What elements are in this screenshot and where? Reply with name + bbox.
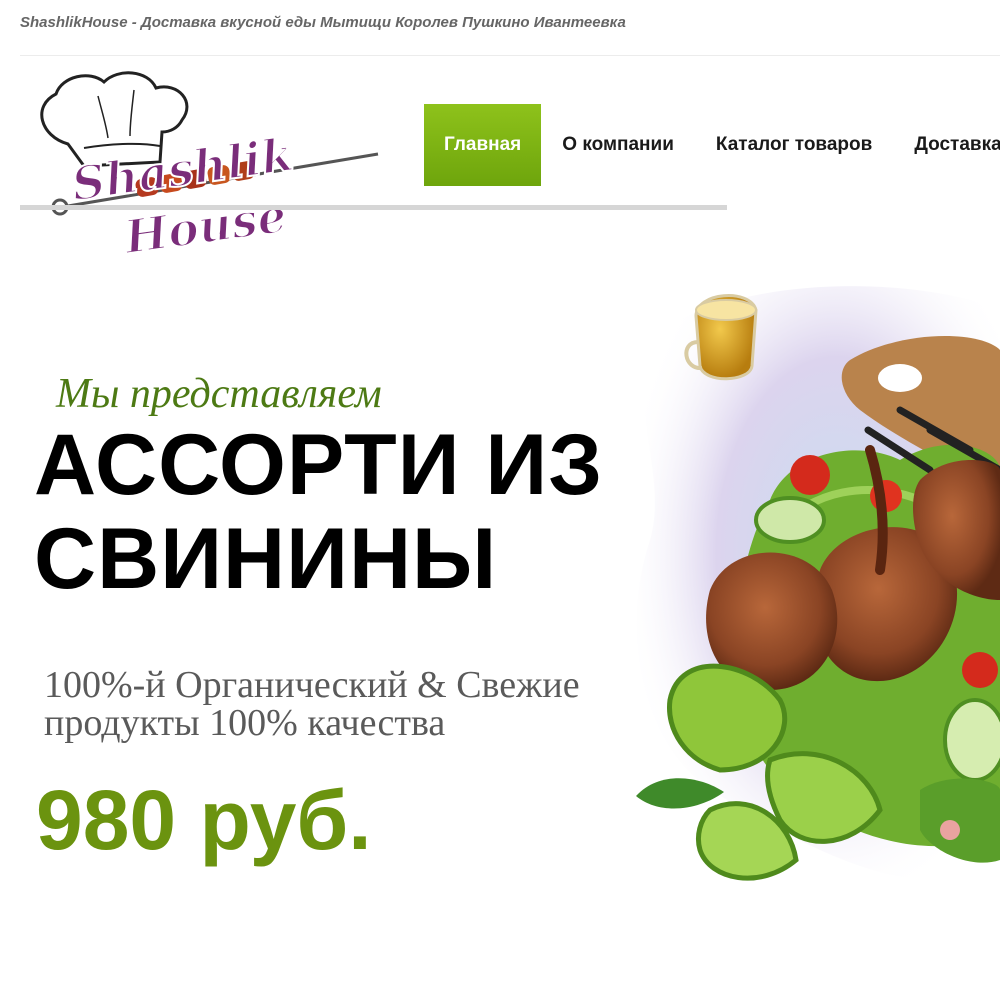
header-divider: [20, 205, 727, 210]
site-top-title: ShashlikHouse - Доставка вкусной еды Мыт…: [20, 14, 626, 31]
hero-price: 980 руб.: [36, 773, 372, 867]
main-nav: Главная О компании Каталог товаров Доста…: [424, 104, 1000, 186]
page: ShashlikHouse - Доставка вкусной еды Мыт…: [0, 0, 1000, 1000]
logo[interactable]: Shashlik House: [28, 66, 388, 261]
nav-item-delivery[interactable]: Доставка: [893, 104, 1000, 186]
oil-jug: [684, 294, 758, 381]
nav-item-home[interactable]: Главная: [424, 104, 542, 186]
nav-item-about[interactable]: О компании: [541, 104, 695, 186]
hero-subtitle: Мы представляем: [56, 371, 382, 417]
hero-headline: АССОРТИ ИЗ СВИНИНЫ: [34, 417, 604, 607]
top-divider: [20, 55, 1000, 56]
hero-tagline: 100%-й Органический & Свежие продукты 10…: [44, 664, 580, 744]
nav-item-catalog[interactable]: Каталог товаров: [695, 104, 893, 186]
